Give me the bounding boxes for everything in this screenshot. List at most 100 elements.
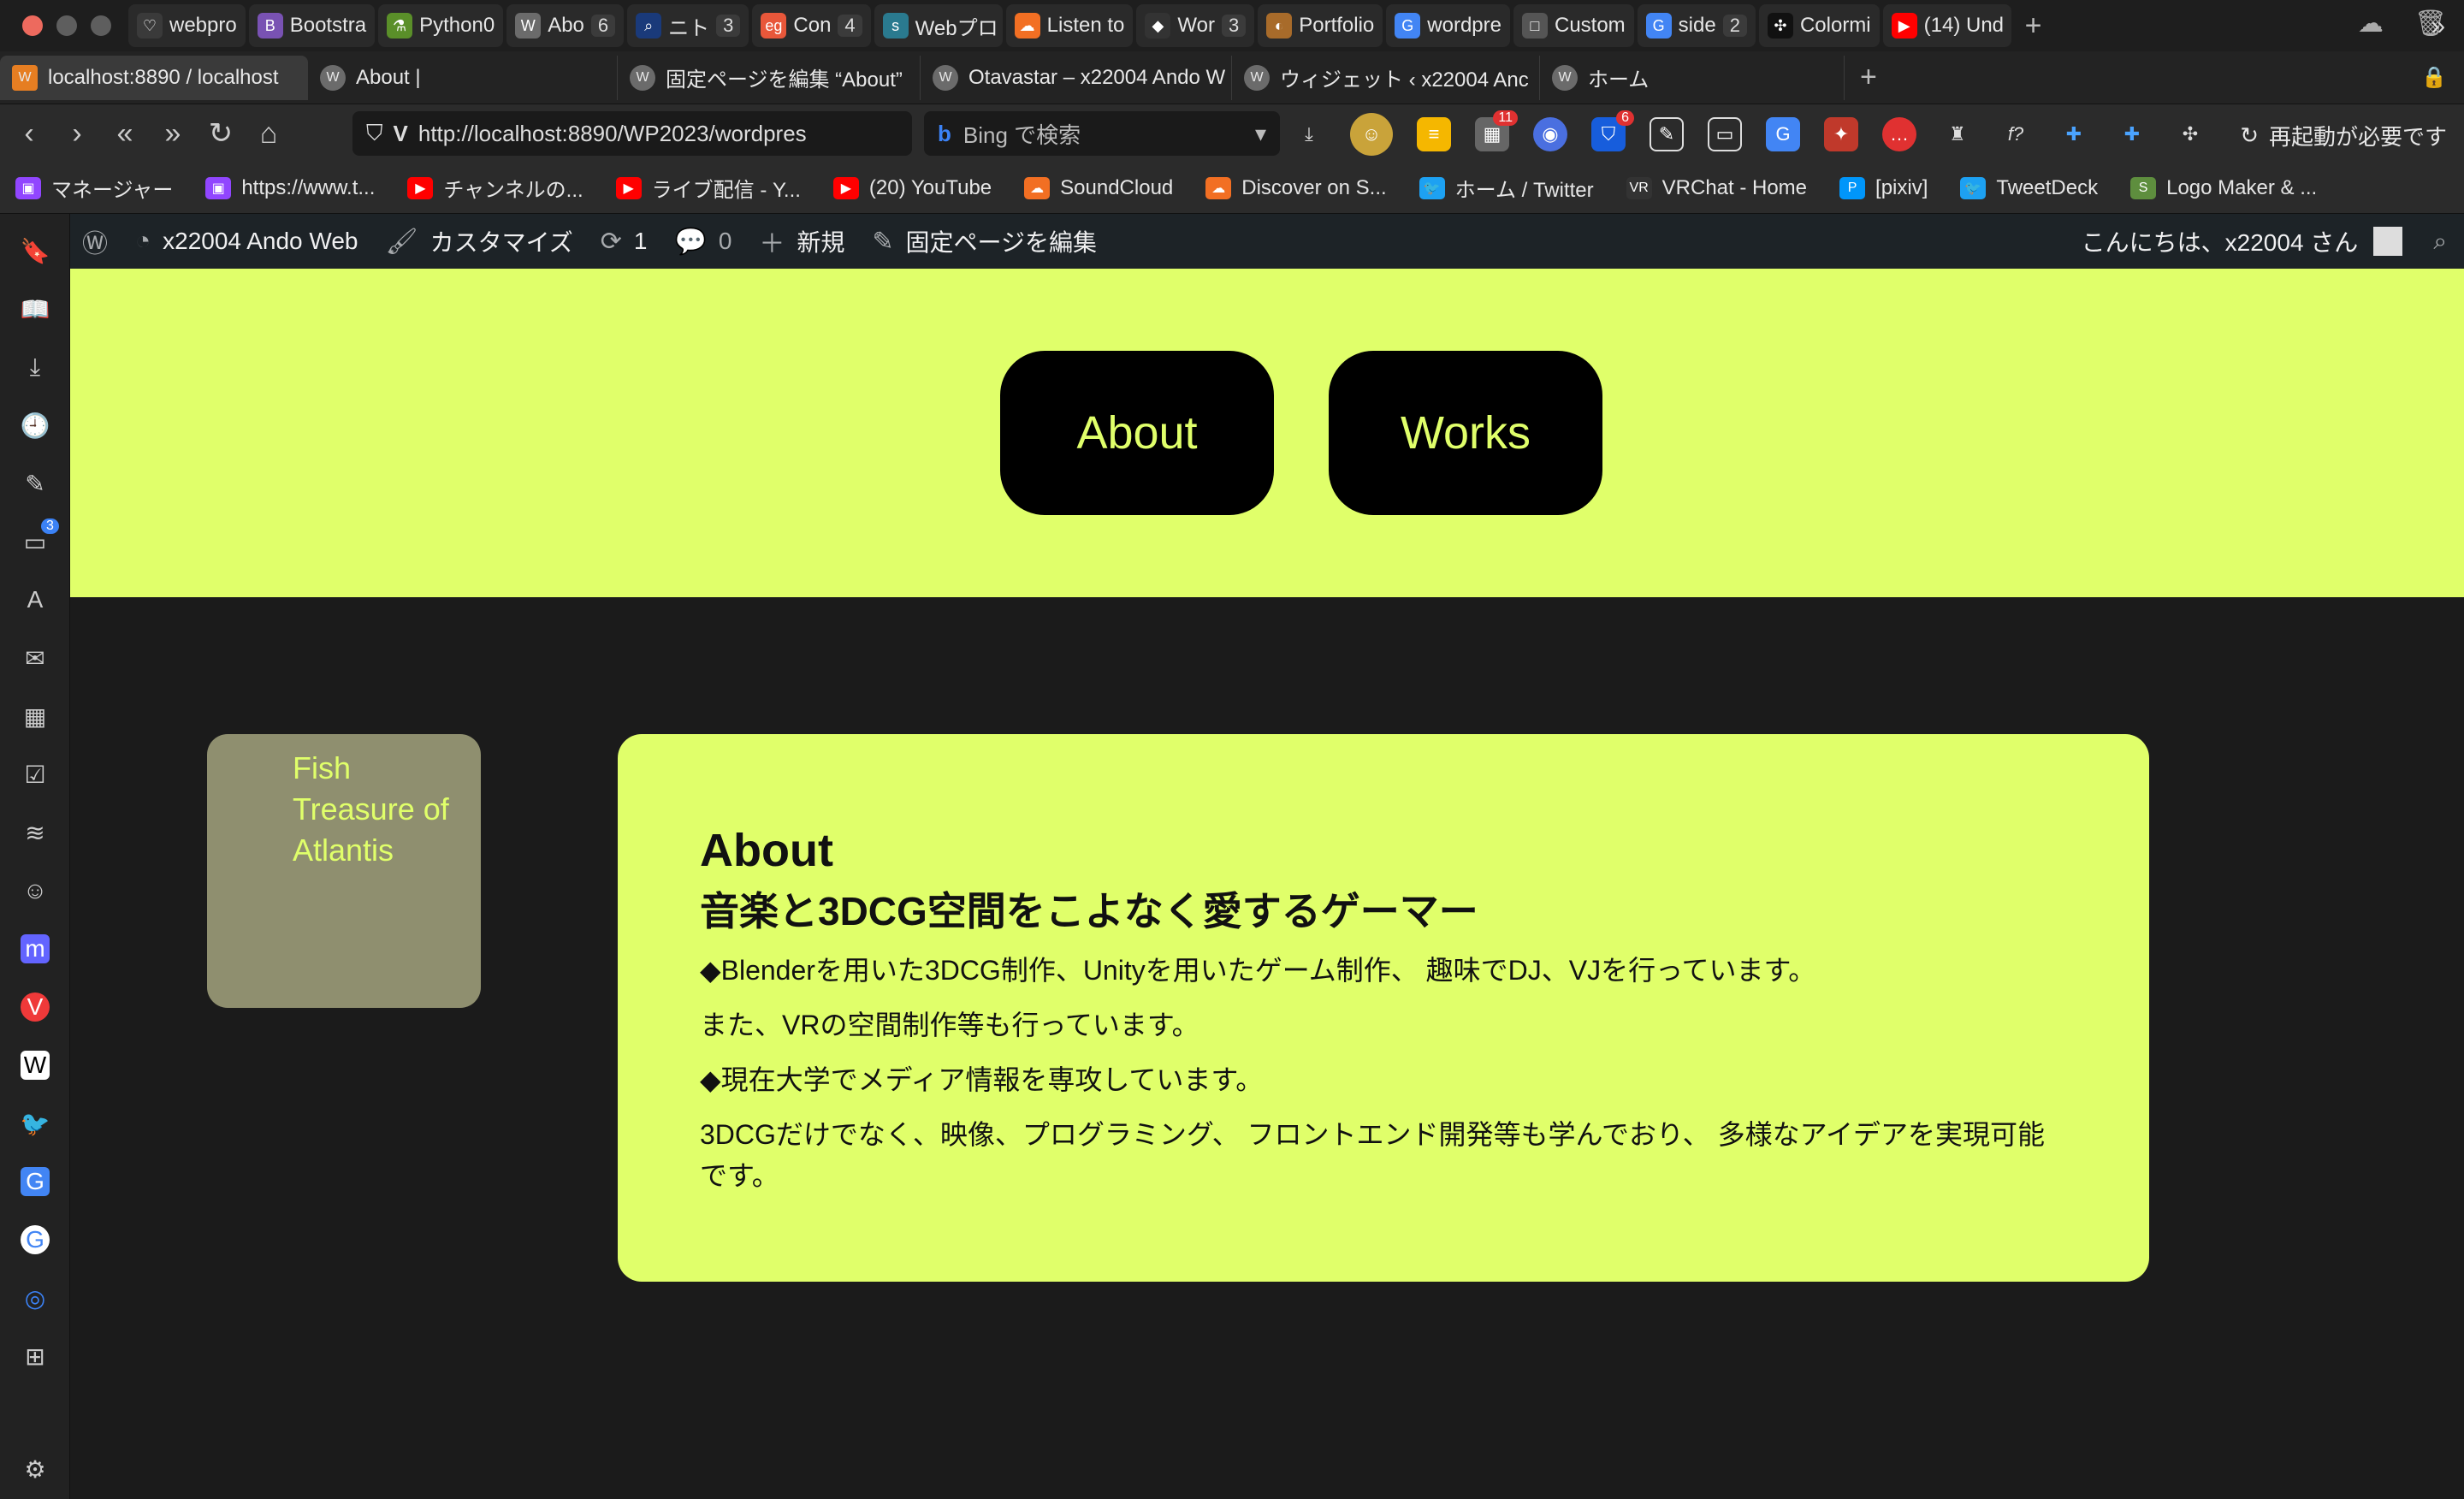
tab[interactable]: ◐ Portfolio: [1258, 4, 1383, 47]
wp-edit-page[interactable]: ✎ 固定ページを編集: [858, 224, 1111, 258]
tab[interactable]: B Bootstra: [248, 4, 376, 47]
address-bar[interactable]: ⛉ V http://localhost:8890/WP2023/wordpre…: [352, 111, 912, 156]
widget-line-3[interactable]: Atlantis: [293, 830, 464, 871]
wp-logo-menu[interactable]: Ⓦ: [70, 222, 121, 260]
mail-icon[interactable]: ✉: [21, 643, 50, 672]
robot-icon[interactable]: ♜: [1940, 117, 1975, 151]
tab[interactable]: ▶ (14) Und: [1882, 4, 2011, 47]
reload-icon[interactable]: ↻: [197, 116, 245, 151]
shield-icon[interactable]: ⛉: [366, 120, 383, 147]
forward-icon[interactable]: ›: [53, 117, 101, 151]
edit-extension-icon[interactable]: ✎: [1650, 117, 1684, 151]
tab-stack-item[interactable]: W ホーム: [1540, 55, 1845, 100]
twitter-icon[interactable]: 🐦: [21, 1109, 50, 1138]
nav-about-button[interactable]: About: [1000, 351, 1274, 515]
add-panel-icon[interactable]: ⊞: [21, 1342, 50, 1371]
back-icon[interactable]: ‹: [5, 117, 53, 151]
wp-updates[interactable]: ⟳ 1: [587, 227, 661, 257]
rewind-icon[interactable]: «: [101, 117, 149, 151]
font-icon[interactable]: f?: [1999, 117, 2033, 151]
widget-line-1[interactable]: Fish: [293, 748, 464, 789]
calendar-icon[interactable]: ▦: [21, 702, 50, 731]
tab[interactable]: ⚗ Python0: [378, 4, 504, 47]
tab-stack-item[interactable]: W About |: [308, 55, 618, 100]
tab[interactable]: Gside 2: [1637, 4, 1756, 47]
bookmark-item[interactable]: VR VRChat - Home: [1626, 176, 1807, 200]
google-icon[interactable]: G: [21, 1225, 50, 1254]
profile-avatar[interactable]: ☺: [1350, 113, 1393, 156]
tab[interactable]: s Webプロ: [874, 4, 1003, 47]
wp-comments[interactable]: 💬 0: [660, 227, 745, 257]
minimize-window-button[interactable]: [56, 15, 77, 36]
history-icon[interactable]: 🕘: [21, 411, 50, 440]
tab[interactable]: ✣ Colormi: [1758, 4, 1880, 47]
wave-icon[interactable]: ◎: [21, 1283, 50, 1312]
chevron-double-right-icon[interactable]: »: [2431, 12, 2445, 41]
bookmark-item[interactable]: ▣ https://www.t...: [205, 176, 375, 200]
avatar[interactable]: [2373, 227, 2403, 256]
home-icon[interactable]: ⌂: [245, 117, 293, 151]
translate-panel-icon[interactable]: A: [21, 585, 50, 614]
bookmark-item[interactable]: ☁ SoundCloud: [1024, 176, 1173, 200]
close-window-button[interactable]: [22, 15, 43, 36]
chat-bubble-icon[interactable]: …: [1882, 117, 1916, 151]
reading-list-icon[interactable]: 📖: [21, 294, 50, 323]
window-extension-icon[interactable]: ▭: [1708, 117, 1742, 151]
tab[interactable]: ☁ Listen to: [1005, 4, 1134, 47]
notes-icon[interactable]: ✎: [21, 469, 50, 498]
rss-icon[interactable]: ≋: [21, 818, 50, 847]
tab[interactable]: Gwordpre: [1386, 4, 1510, 47]
cloud-icon[interactable]: ☁: [2358, 9, 2384, 39]
bookmark-item[interactable]: 🐦 ホーム / Twitter: [1419, 173, 1594, 203]
bookmark-icon[interactable]: 🔖: [21, 236, 50, 265]
tab[interactable]: □ Custom: [1513, 4, 1634, 47]
circle-extension-icon[interactable]: ◉: [1533, 117, 1567, 151]
lock-icon[interactable]: 🔒: [2421, 65, 2447, 90]
tab[interactable]: ◆ Wor 3: [1136, 4, 1255, 47]
wikipedia-icon[interactable]: W: [21, 1051, 50, 1080]
grid-extension-icon[interactable]: ▦ 11: [1475, 110, 1518, 151]
mastodon-icon[interactable]: m: [21, 934, 50, 963]
tab[interactable]: eg Con 4: [752, 4, 871, 47]
zoom-window-button[interactable]: [91, 15, 111, 36]
tab-stack-item[interactable]: Wlocalhost:8890 / localhost: [0, 55, 308, 100]
url-text[interactable]: http://localhost:8890/WP2023/wordpres: [418, 121, 807, 147]
bookmark-item[interactable]: ☁ Discover on S...: [1205, 176, 1387, 200]
download-icon[interactable]: ⤓: [1292, 117, 1326, 151]
fast-forward-icon[interactable]: »: [149, 117, 197, 151]
settings-icon[interactable]: ⚙: [21, 1455, 50, 1484]
nav-works-button[interactable]: Works: [1329, 351, 1602, 515]
bitwarden-icon[interactable]: ⛉ 6: [1591, 110, 1634, 151]
bookmark-item[interactable]: 🐦 TweetDeck: [1960, 176, 2098, 200]
bookmark-item[interactable]: ▶ (20) YouTube: [832, 176, 992, 200]
chevron-down-icon[interactable]: ▾: [1255, 121, 1266, 147]
widget-line-2[interactable]: Treasure of: [293, 789, 464, 830]
new-tab-button[interactable]: +: [1845, 61, 1892, 94]
wp-site-name[interactable]: ◔ x22004 Ando Web: [121, 227, 371, 256]
bookmark-item[interactable]: P [pixiv]: [1839, 176, 1928, 200]
translate-icon[interactable]: G: [1766, 117, 1800, 151]
puzzle-icon[interactable]: ✣: [2173, 117, 2207, 151]
stack-extension-icon[interactable]: ≡: [1417, 117, 1451, 151]
tasks-icon[interactable]: ☑: [21, 760, 50, 789]
translate-icon[interactable]: G: [21, 1167, 50, 1196]
vivaldi-icon[interactable]: V: [21, 992, 50, 1022]
tab[interactable]: W Abo 6: [506, 4, 625, 47]
tab[interactable]: ♡ webpro: [128, 4, 246, 47]
search-icon[interactable]: ⌕: [2433, 228, 2447, 256]
gamepad-2-icon[interactable]: ✚: [2115, 117, 2149, 151]
tab-stack-item[interactable]: W 固定ページを編集 “About”: [618, 55, 921, 100]
restart-notice[interactable]: ↻ 再起動が必要です: [2240, 120, 2447, 151]
bookmark-item[interactable]: ▶ ライブ配信 - Y...: [615, 173, 801, 203]
new-tab-button[interactable]: +: [2015, 9, 2052, 43]
contacts-icon[interactable]: ☺: [21, 876, 50, 905]
search-field[interactable]: b Bing で検索 ▾: [924, 111, 1280, 156]
tab[interactable]: ⌕ ニト 3: [627, 4, 749, 47]
bookmark-item[interactable]: ▣ マネージャー: [15, 173, 173, 203]
download-icon[interactable]: ⤓: [21, 353, 50, 382]
tab-stack-item[interactable]: W Otavastar – x22004 Ando W: [921, 55, 1232, 100]
wp-new-content[interactable]: ＋ 新規: [745, 222, 858, 260]
wand-icon[interactable]: ✦: [1824, 117, 1858, 151]
bookmark-item[interactable]: ▶ チャンネルの...: [407, 173, 583, 203]
greeting-text[interactable]: こんにちは、x22004 さん: [2082, 224, 2359, 258]
